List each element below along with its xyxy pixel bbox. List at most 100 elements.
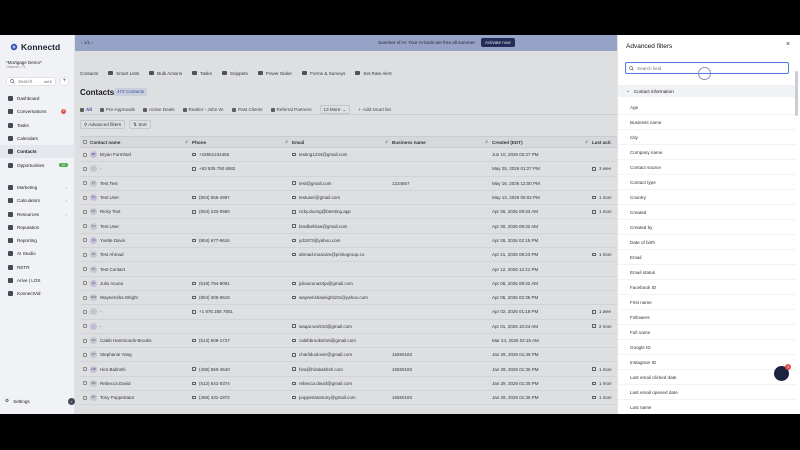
sidebar-item-label: Arive | LOS [17, 278, 41, 283]
sidebar-item-label: Contacts [17, 149, 37, 155]
sidebar-item-label: Resources [17, 211, 39, 217]
filter-field-item[interactable]: Full name [618, 325, 796, 340]
cursor-indicator [698, 67, 711, 80]
sparkle-icon [8, 251, 13, 257]
search-icon [10, 79, 15, 84]
filter-field-item[interactable]: Created by [618, 220, 796, 235]
filter-field-item[interactable]: Instagram ID [618, 355, 796, 370]
chevron-right-icon: › [65, 184, 67, 190]
filter-field-item[interactable]: Business name [618, 115, 796, 130]
calendar-icon [8, 136, 13, 142]
sidebar-item-label: Tasks [17, 122, 29, 128]
opportunities-badge: 10 [59, 162, 68, 168]
chat-icon [8, 109, 13, 115]
filter-field-item[interactable]: Contact type [618, 175, 796, 190]
star-icon [8, 224, 13, 230]
filter-field-item[interactable]: Country [618, 190, 796, 205]
chevron-right-icon: › [65, 211, 67, 217]
dashboard-icon [8, 96, 13, 102]
sidebar-item-label: Marketing [17, 184, 38, 190]
settings-label: Settings [13, 398, 30, 404]
filter-field-item[interactable]: Last email clicked date [618, 370, 796, 385]
panel-scrollbar[interactable] [795, 65, 798, 414]
sidebar-item-arive-los[interactable]: Arive | LOS [0, 274, 75, 287]
close-icon[interactable]: × [786, 41, 790, 48]
sidebar-item-calendars[interactable]: Calendars [0, 132, 75, 145]
sidebar-item-resources[interactable]: Resources › [0, 207, 75, 220]
collapse-sidebar-button[interactable]: ‹ [68, 398, 75, 405]
gear-icon: ⚙ [5, 398, 10, 403]
account-switcher[interactable]: *Mortgage Demo* Orlando, FL [6, 60, 70, 72]
filter-field-item[interactable]: Contact source [618, 160, 796, 175]
sidebar-item-konnectvid[interactable]: KonnectVid [0, 287, 75, 300]
account-location: Orlando, FL [6, 65, 27, 69]
tasks-icon [8, 122, 13, 128]
chat-notification-badge: 1 [785, 364, 791, 370]
sidebar-item-ai-studio[interactable]: AI Studio [0, 247, 75, 260]
filter-field-item[interactable]: Email [618, 250, 796, 265]
chat-widget-button[interactable]: 1 [774, 364, 791, 381]
sidebar-item-conversations[interactable]: Conversations 9 [0, 105, 75, 118]
advanced-filters-panel: Advanced filters × Search field ⌄ Contac… [617, 35, 800, 414]
unread-badge: 9 [61, 109, 66, 115]
sidebar-item-label: Opportunities [17, 162, 45, 168]
megaphone-icon [8, 184, 13, 190]
sidebar-item-reputation[interactable]: Reputation [0, 221, 75, 234]
section-contact-information[interactable]: ⌄ Contact information [618, 85, 796, 97]
sidebar: Konnectd *Mortgage Demo* Orlando, FL Sea… [0, 35, 75, 414]
filter-field-item[interactable]: Google ID [618, 340, 796, 355]
filter-field-item[interactable]: Created [618, 205, 796, 220]
filter-field-item[interactable]: Last name [618, 400, 796, 414]
calculator-icon [8, 198, 13, 204]
filter-field-list: Age Business name City Company name Contact … [618, 100, 796, 414]
sidebar-item-label: KonnectVid [17, 291, 41, 297]
filter-field-item[interactable]: Followers [618, 310, 796, 325]
sidebar-item-label: Reputation [17, 224, 40, 230]
filter-field-item[interactable]: Date of birth [618, 235, 796, 250]
chart-icon [8, 238, 13, 244]
search-icon [629, 65, 634, 71]
arive-icon [8, 278, 13, 283]
sidebar-item-label: Calendars [17, 136, 38, 142]
home-icon [8, 264, 13, 270]
section-label: Contact information [633, 88, 674, 94]
field-search-placeholder: Search field [637, 65, 662, 71]
folder-icon [8, 211, 13, 217]
app-name: Konnectd [21, 42, 61, 52]
filter-field-item[interactable]: Last email opened date [618, 385, 796, 400]
sidebar-nav: Dashboard Conversations 9 Tasks Calendars… [0, 92, 75, 300]
filter-field-item[interactable]: First name [618, 295, 796, 310]
filter-field-item[interactable]: City [618, 130, 796, 145]
quick-add-button[interactable]: + [60, 77, 69, 86]
filter-field-item[interactable]: Facebook ID [618, 280, 796, 295]
filter-field-item[interactable]: Age [618, 100, 796, 115]
modal-backdrop[interactable] [75, 35, 617, 414]
settings-link[interactable]: ⚙ Settings [5, 398, 30, 404]
sidebar-search[interactable]: Search ctrl K [6, 77, 56, 86]
filter-field-item[interactable]: Company name [618, 145, 796, 160]
app-window: Konnectd *Mortgage Demo* Orlando, FL Sea… [0, 35, 800, 414]
sidebar-item-dashboard[interactable]: Dashboard [0, 92, 75, 105]
sidebar-item-reporting[interactable]: Reporting [0, 234, 75, 247]
video-icon [8, 291, 13, 297]
funnel-icon [8, 162, 13, 168]
chevron-down-icon: ⌄ [626, 88, 630, 93]
panel-title: Advanced filters [626, 43, 673, 50]
scrollbar-thumb[interactable] [795, 71, 798, 116]
sidebar-item-opportunities[interactable]: Opportunities 10 [0, 158, 75, 171]
logo[interactable]: Konnectd [10, 42, 60, 52]
sidebar-item-tasks[interactable]: Tasks [0, 119, 75, 132]
logo-icon [10, 43, 18, 51]
sidebar-item-marketing[interactable]: Marketing › [0, 181, 75, 194]
filter-field-item[interactable]: Email status [618, 265, 796, 280]
search-label: Search [18, 79, 33, 84]
sidebar-item-label: Dashboard [17, 96, 40, 102]
sidebar-item-label: AI Studio [17, 251, 36, 257]
sidebar-item-label: Conversations [17, 109, 47, 115]
chevron-right-icon: › [65, 198, 67, 204]
sidebar-item-calculators[interactable]: Calculators › [0, 194, 75, 207]
sidebar-item-contacts[interactable]: Contacts [0, 145, 75, 159]
sidebar-item-label: Calculators [17, 198, 40, 204]
sidebar-item-retr[interactable]: RETR [0, 261, 75, 274]
contacts-icon [8, 149, 13, 155]
